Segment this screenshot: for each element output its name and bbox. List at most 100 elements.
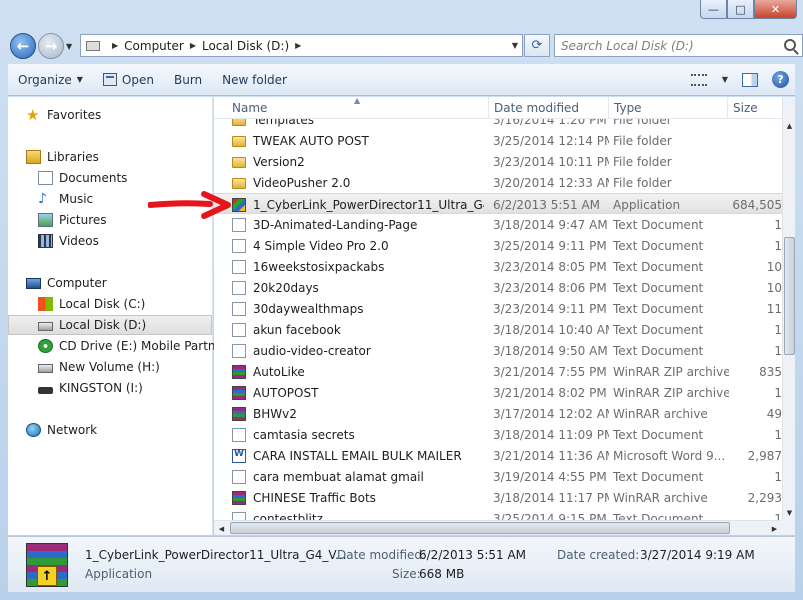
- column-header-size[interactable]: Size: [728, 97, 782, 119]
- search-icon[interactable]: [784, 39, 796, 51]
- refresh-button[interactable]: ⟳: [524, 34, 550, 57]
- file-name: AUTOPOST: [253, 385, 319, 400]
- file-name-cell: AutoLike: [232, 361, 484, 382]
- nav-drive-c[interactable]: Local Disk (C:): [38, 294, 145, 314]
- file-row[interactable]: BHWv2 3/17/2014 12:02 AM WinRAR archive 49: [214, 403, 782, 424]
- maximize-button[interactable]: □: [727, 0, 754, 19]
- details-date-created: 3/27/2014 9:19 AM: [640, 548, 755, 562]
- file-size: [732, 151, 782, 172]
- scroll-up-icon[interactable]: ▲: [783, 119, 796, 133]
- folder-icon: [232, 136, 246, 147]
- file-date-modified: 3/18/2014 9:47 AM: [493, 217, 608, 232]
- file-row[interactable]: 16weekstosixpackabs 3/23/2014 8:05 PM Text…: [214, 256, 782, 277]
- nav-drive-h[interactable]: New Volume (H:): [38, 357, 160, 377]
- file-name: 1_CyberLink_PowerDirector11_Ultra_G4_V..…: [253, 197, 484, 212]
- file-date-modified: 3/20/2014 12:33 AM: [493, 175, 609, 190]
- nav-drive-i[interactable]: KINGSTON (I:): [38, 378, 143, 398]
- file-date-modified: 3/21/2014 7:55 PM: [493, 364, 607, 379]
- nav-documents[interactable]: Documents: [38, 168, 127, 188]
- breadcrumb-local-disk-d[interactable]: Local Disk (D:): [202, 39, 289, 53]
- back-button[interactable]: ←: [10, 33, 36, 59]
- details-size: 668 MB: [419, 567, 465, 581]
- red-annotation-arrow-shaft: [148, 200, 213, 208]
- file-type: Text Document: [613, 322, 704, 337]
- scroll-down-icon[interactable]: ▼: [783, 506, 796, 520]
- file-date-modified: 3/21/2014 8:02 PM: [493, 385, 607, 400]
- organize-button[interactable]: Organize ▼: [8, 64, 93, 95]
- file-row[interactable]: akun facebook 3/18/2014 10:40 AM Text Docu…: [214, 319, 782, 340]
- file-name-cell: BHWv2: [232, 403, 484, 424]
- history-dropdown-icon[interactable]: ▼: [66, 42, 72, 51]
- file-row[interactable]: 30daywealthmaps 3/23/2014 9:11 PM Text Doc…: [214, 298, 782, 319]
- file-row[interactable]: cara membuat alamat gmail 3/19/2014 4:55 …: [214, 466, 782, 487]
- file-row[interactable]: 1_CyberLink_PowerDirector11_Ultra_G4_V..…: [214, 193, 782, 214]
- file-row[interactable]: VideoPusher 2.0 3/20/2014 12:33 AM File fo…: [214, 172, 782, 193]
- breadcrumb-computer[interactable]: Computer: [124, 39, 184, 53]
- file-name-cell: 16weekstosixpackabs: [232, 256, 484, 277]
- nav-music[interactable]: ♪ Music: [38, 189, 93, 209]
- vertical-scrollbar[interactable]: ▲ ▼: [782, 97, 795, 520]
- file-date-modified: 3/19/2014 4:55 PM: [493, 469, 607, 484]
- file-row[interactable]: contestblitz 3/25/2014 9:15 PM Text Docume…: [214, 508, 782, 520]
- scroll-left-icon[interactable]: ◀: [214, 521, 229, 536]
- new-folder-button[interactable]: New folder: [212, 64, 297, 95]
- file-type: WinRAR archive: [613, 490, 708, 505]
- view-options-icon[interactable]: [690, 73, 707, 86]
- scroll-right-icon[interactable]: ▶: [767, 521, 782, 536]
- close-button[interactable]: ✕: [754, 0, 797, 19]
- nav-computer[interactable]: Computer: [26, 273, 107, 293]
- chevron-right-icon[interactable]: ▶: [190, 41, 196, 50]
- horizontal-scroll-thumb[interactable]: [230, 522, 730, 534]
- file-size: 684,505: [732, 197, 782, 212]
- help-icon[interactable]: ?: [772, 71, 789, 88]
- file-name: audio-video-creator: [253, 343, 371, 358]
- nav-pictures[interactable]: Pictures: [38, 210, 107, 230]
- column-header-name[interactable]: Name: [227, 97, 489, 119]
- rar-icon: [232, 490, 246, 505]
- file-row[interactable]: 20k20days 3/23/2014 8:06 PM Text Document 1…: [214, 277, 782, 298]
- file-size: 1: [774, 511, 782, 521]
- nav-drive-e[interactable]: CD Drive (E:) Mobile Partner: [38, 336, 228, 356]
- command-bar: Organize ▼ Open Burn New folder ▼ ?: [8, 64, 795, 96]
- file-row[interactable]: 3D-Animated-Landing-Page 3/18/2014 9:47 A…: [214, 214, 782, 235]
- file-row[interactable]: CHINESE Traffic Bots 3/18/2014 11:17 PM Wi…: [214, 487, 782, 508]
- file-row[interactable]: CARA INSTALL EMAIL BULK MAILER 3/21/2014 …: [214, 445, 782, 466]
- search-input[interactable]: Search Local Disk (D:): [554, 34, 803, 57]
- details-date-modified: 6/2/2013 5:51 AM: [419, 548, 527, 562]
- chevron-right-icon[interactable]: ▶: [112, 41, 118, 50]
- file-row[interactable]: 4 Simple Video Pro 2.0 3/25/2014 9:11 PM T…: [214, 235, 782, 256]
- preview-pane-icon[interactable]: [742, 72, 758, 87]
- file-name: TWEAK AUTO POST: [253, 133, 369, 148]
- address-dropdown-icon[interactable]: ▼: [512, 41, 518, 50]
- file-row[interactable]: Version2 3/23/2014 10:11 PM File folder: [214, 151, 782, 172]
- nav-network[interactable]: Network: [26, 420, 97, 440]
- file-name: CHINESE Traffic Bots: [253, 490, 376, 505]
- forward-button[interactable]: →: [38, 33, 64, 59]
- horizontal-scrollbar[interactable]: ◀ ▶: [214, 520, 782, 535]
- music-icon: ♪: [38, 191, 47, 207]
- libraries-icon: [26, 150, 41, 164]
- view-dropdown-icon[interactable]: ▼: [722, 75, 728, 84]
- file-row[interactable]: camtasia secrets 3/18/2014 11:09 PM Text D…: [214, 424, 782, 445]
- file-date-modified: 6/2/2013 5:51 AM: [493, 197, 601, 212]
- nav-drive-d[interactable]: Local Disk (D:): [8, 315, 212, 335]
- arrow-right-icon: →: [44, 37, 58, 55]
- open-button[interactable]: Open: [93, 64, 164, 95]
- open-label: Open: [121, 72, 154, 87]
- file-row[interactable]: AutoLike 3/21/2014 7:55 PM WinRAR ZIP arch…: [214, 361, 782, 382]
- minimize-button[interactable]: —: [700, 0, 727, 19]
- file-row[interactable]: AUTOPOST 3/21/2014 8:02 PM WinRAR ZIP arch…: [214, 382, 782, 403]
- burn-button[interactable]: Burn: [164, 64, 212, 95]
- nav-favorites[interactable]: ★ Favorites: [26, 105, 101, 125]
- column-header-date[interactable]: Date modified: [489, 97, 609, 119]
- winrar-sfx-icon: ↑: [26, 543, 68, 587]
- column-header-type[interactable]: Type: [609, 97, 728, 119]
- chevron-right-icon[interactable]: ▶: [295, 41, 301, 50]
- file-row[interactable]: audio-video-creator 3/18/2014 9:50 AM Text…: [214, 340, 782, 361]
- navigation-pane: ★ Favorites Libraries Documents ♪ Music …: [8, 97, 228, 535]
- nav-libraries[interactable]: Libraries: [26, 147, 99, 167]
- address-bar[interactable]: ▶ Computer ▶ Local Disk (D:) ▶ ▼: [80, 34, 523, 57]
- nav-videos[interactable]: Videos: [38, 231, 99, 251]
- file-row[interactable]: TWEAK AUTO POST 3/25/2014 12:14 PM File fo…: [214, 130, 782, 151]
- vertical-scroll-thumb[interactable]: [784, 237, 795, 355]
